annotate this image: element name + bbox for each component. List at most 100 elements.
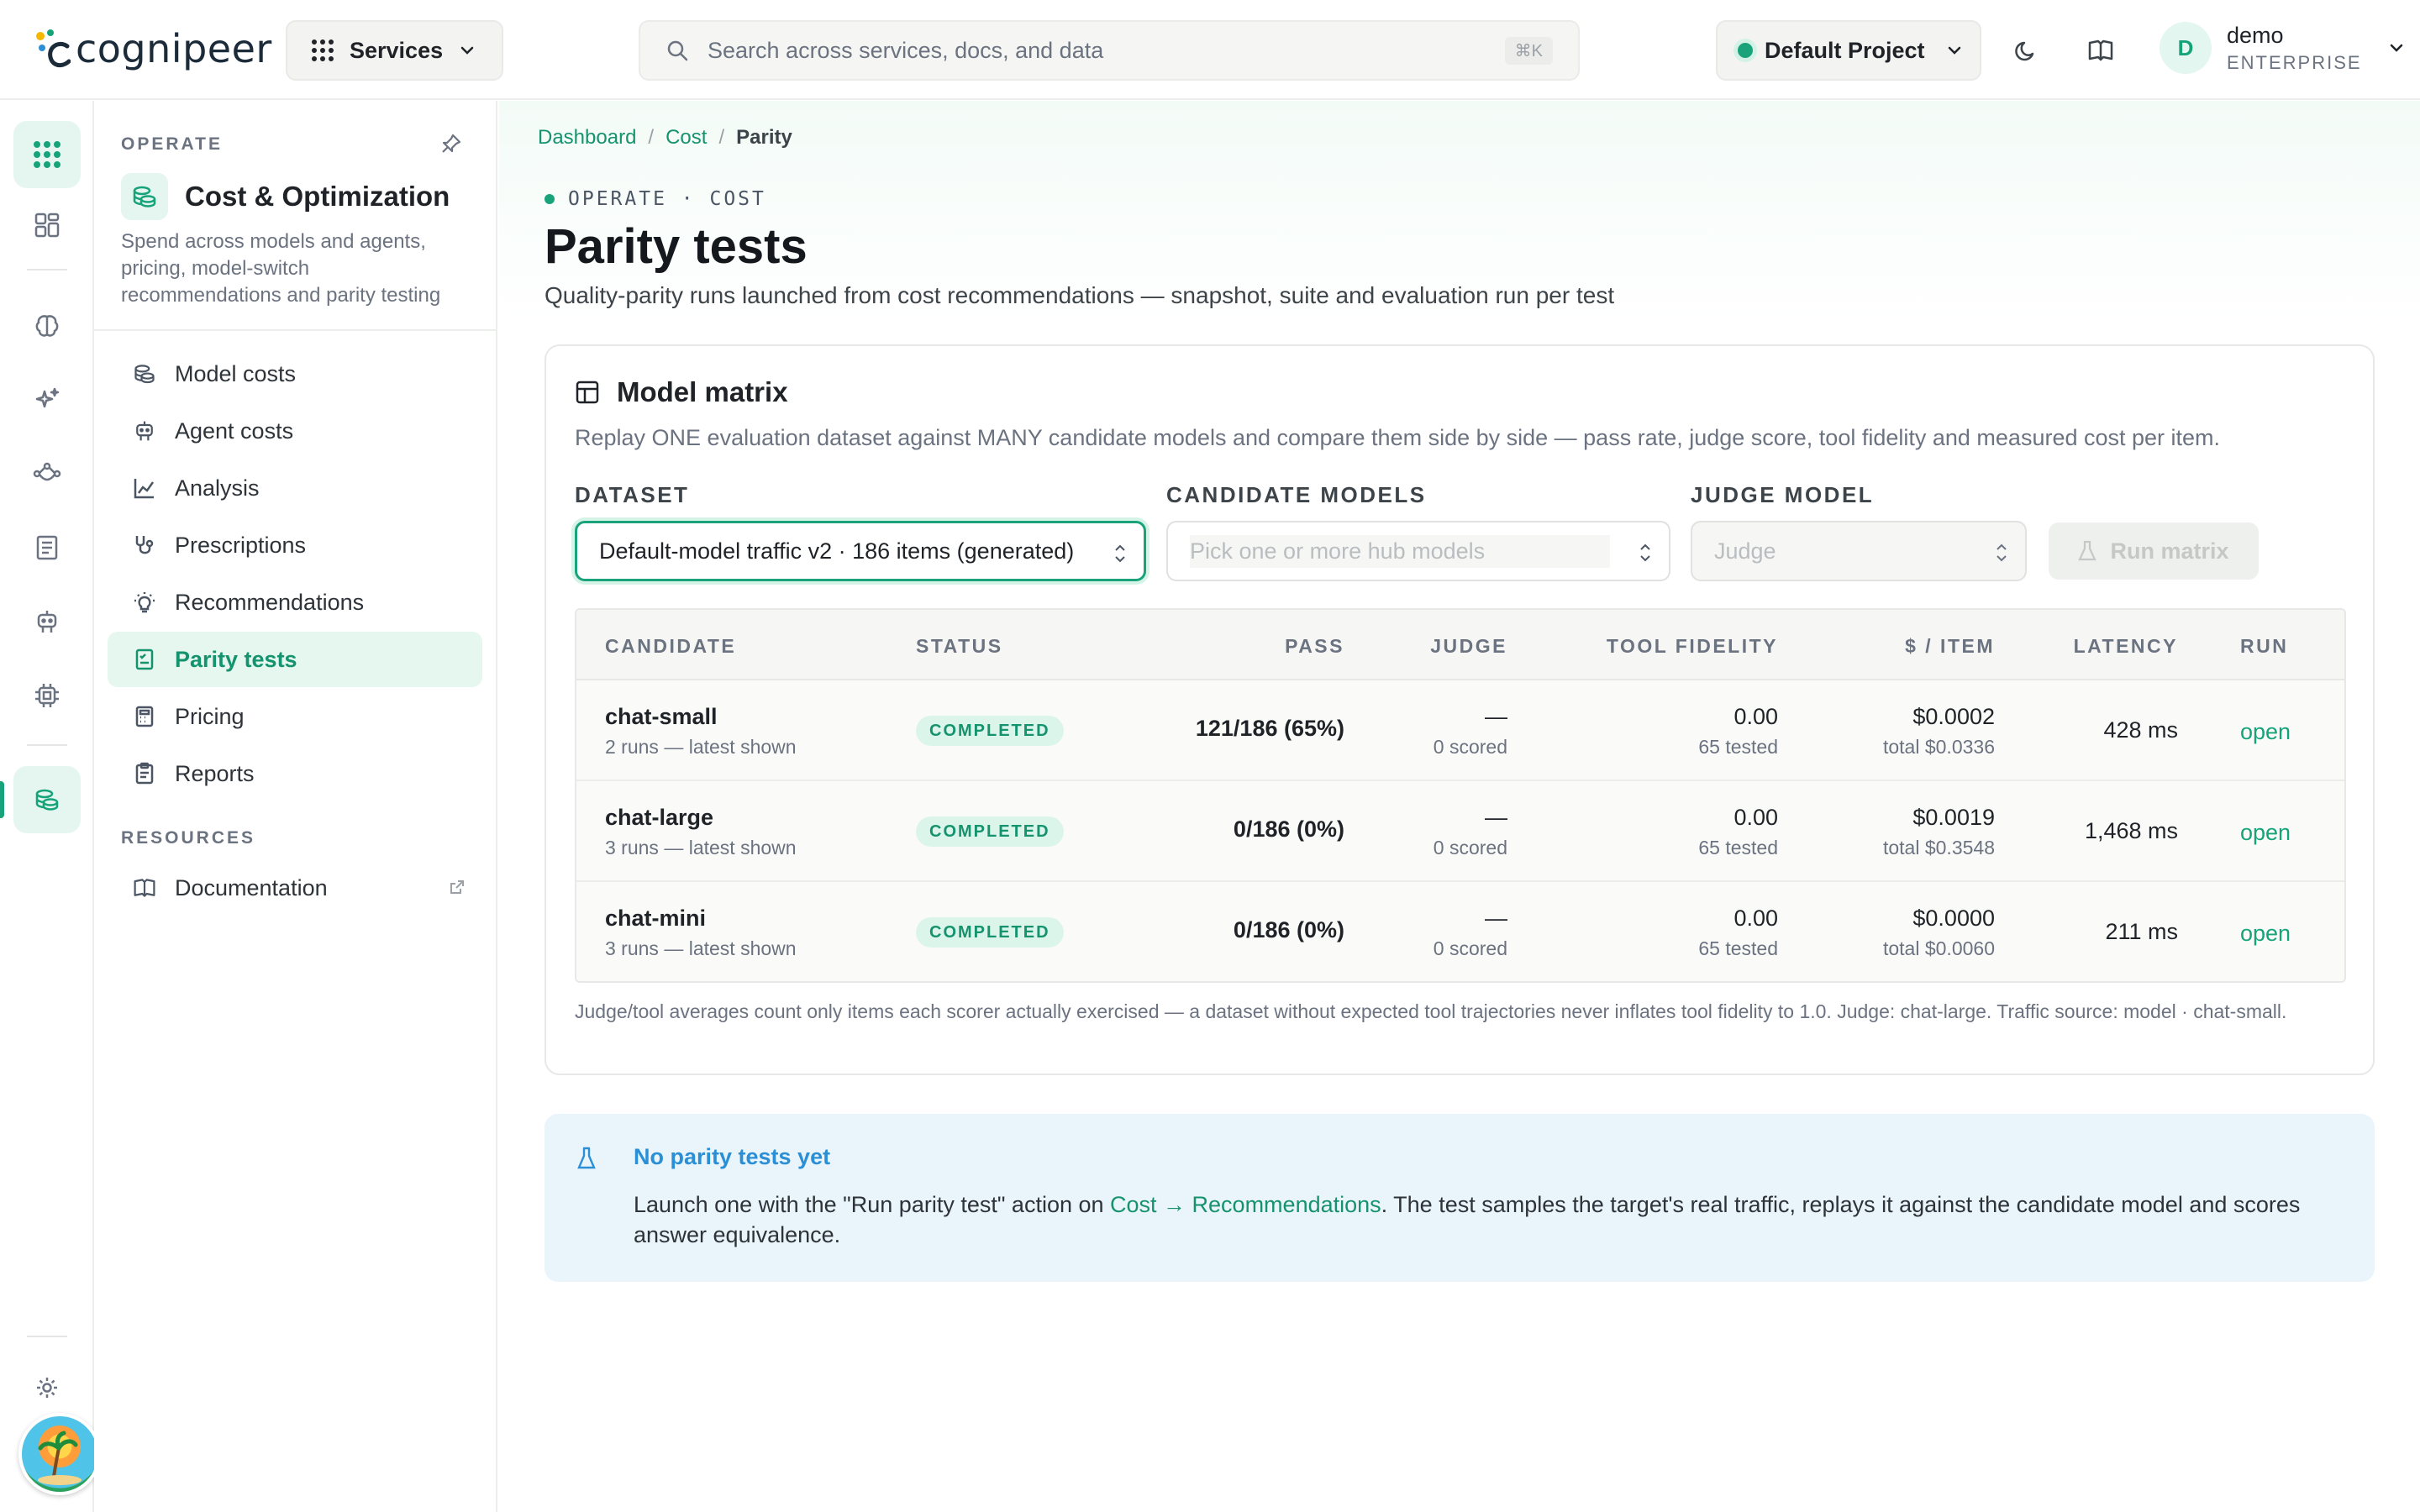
sidebar-item-prescriptions[interactable]: Prescriptions bbox=[108, 517, 482, 573]
recommendations-link[interactable]: Cost → Recommendations bbox=[1110, 1192, 1381, 1217]
sidebar-item-label: Reports bbox=[175, 760, 255, 786]
tool-fidelity-value: 0.00 bbox=[1733, 805, 1778, 830]
sidebar-item-parity-tests[interactable]: Parity tests bbox=[108, 632, 482, 687]
sidebar: OPERATE Cost & Optimization Spend across… bbox=[94, 101, 497, 1512]
judge-sub: 0 scored bbox=[1433, 736, 1507, 758]
services-button[interactable]: Services bbox=[286, 20, 503, 81]
sidebar-item-model-costs[interactable]: Model costs bbox=[108, 346, 482, 402]
cost-total: total $0.0060 bbox=[1882, 937, 1995, 959]
chevron-down-icon bbox=[460, 46, 474, 55]
candidate-models-select[interactable]: Pick one or more hub models bbox=[1166, 521, 1670, 581]
theme-toggle-button[interactable] bbox=[2008, 32, 2045, 69]
dataset-select[interactable]: Default-model traffic v2 · 186 items (ge… bbox=[575, 521, 1146, 581]
model-matrix-card: Model matrix Replay ONE evaluation datas… bbox=[544, 344, 2375, 1075]
cost-total: total $0.3548 bbox=[1882, 837, 1995, 858]
empty-state-body: Launch one with the "Run parity test" ac… bbox=[634, 1189, 2331, 1250]
logo[interactable]: cognipeer bbox=[34, 22, 272, 76]
judge-sub: 0 scored bbox=[1433, 937, 1507, 959]
robot-icon bbox=[37, 611, 57, 633]
column-header: LATENCY bbox=[2073, 635, 2178, 657]
workspace-avatar[interactable] bbox=[18, 1413, 101, 1495]
table-icon bbox=[576, 381, 599, 404]
tool-fidelity-sub: 65 tested bbox=[1698, 736, 1778, 758]
candidate-name: chat-mini bbox=[605, 906, 707, 931]
flow-icon bbox=[33, 462, 61, 481]
sidebar-section-label: OPERATE bbox=[121, 134, 223, 154]
pass-value: 121/186 (65%) bbox=[1195, 716, 1344, 741]
search-icon bbox=[667, 40, 688, 61]
checklist-icon bbox=[135, 648, 154, 670]
latency-value: 428 ms bbox=[2103, 717, 2178, 743]
brain-icon bbox=[35, 315, 59, 337]
column-header: $ / ITEM bbox=[1905, 635, 1995, 657]
coins-icon bbox=[134, 365, 155, 384]
breadcrumb-cost[interactable]: Cost bbox=[666, 126, 707, 150]
candidate-runs: 3 runs — latest shown bbox=[605, 837, 797, 858]
rail-cost-button[interactable] bbox=[13, 766, 81, 833]
judge-sub: 0 scored bbox=[1433, 837, 1507, 858]
select-updown-icon bbox=[1115, 544, 1125, 563]
judge-model-select[interactable]: Judge bbox=[1691, 521, 2027, 581]
sidebar-item-agent-costs[interactable]: Agent costs bbox=[108, 403, 482, 459]
project-selector[interactable]: Default Project bbox=[1716, 20, 1981, 81]
candidate-name: chat-small bbox=[605, 704, 718, 729]
document-icon bbox=[36, 535, 58, 560]
select-updown-icon bbox=[1996, 543, 2007, 562]
rail-compute-button[interactable] bbox=[13, 662, 81, 729]
sidebar-divider bbox=[94, 329, 496, 331]
dashboard-icon bbox=[34, 213, 60, 238]
sidebar-item-reports[interactable]: Reports bbox=[108, 746, 482, 801]
search-shortcut: ⌘K bbox=[1504, 37, 1553, 65]
sidebar-item-analysis[interactable]: Analysis bbox=[108, 460, 482, 516]
rail-apps-button[interactable] bbox=[13, 121, 81, 188]
moon-icon bbox=[2015, 41, 2034, 61]
table-row: chat-large 3 runs — latest shown COMPLET… bbox=[576, 781, 2344, 882]
open-run-link[interactable]: open bbox=[2240, 921, 2291, 947]
sidebar-title-text: Cost & Optimization bbox=[185, 181, 450, 212]
rail-settings-button[interactable] bbox=[13, 1354, 81, 1421]
sidebar-item-documentation[interactable]: Documentation bbox=[108, 860, 482, 916]
empty-body-text: Launch one with the "Run parity test" ac… bbox=[634, 1192, 1111, 1217]
breadcrumb-dashboard[interactable]: Dashboard bbox=[538, 126, 636, 150]
breadcrumb-separator: / bbox=[648, 126, 655, 149]
palm-tree-icon bbox=[38, 1431, 82, 1485]
table-row: chat-small 2 runs — latest shown COMPLET… bbox=[576, 680, 2344, 781]
user-name: demo bbox=[2227, 22, 2284, 48]
run-matrix-button[interactable]: Run matrix bbox=[2049, 522, 2259, 580]
table-header: CANDIDATE STATUS PASS JUDGE TOOL FIDELIT… bbox=[576, 610, 2344, 680]
open-run-link[interactable]: open bbox=[2240, 719, 2291, 745]
latency-value: 1,468 ms bbox=[2084, 818, 2178, 843]
services-label: Services bbox=[350, 37, 444, 63]
sidebar-item-recommendations[interactable]: Recommendations bbox=[108, 575, 482, 630]
cost-per-item: $0.0000 bbox=[1912, 906, 1995, 931]
search-input[interactable]: Search across services, docs, and data ⌘… bbox=[639, 20, 1580, 81]
logo-text: cognipeer bbox=[76, 26, 272, 71]
rail-models-button[interactable] bbox=[13, 292, 81, 360]
user-plan: ENTERPRISE bbox=[2227, 51, 2362, 73]
sidebar-title: Cost & Optimization bbox=[121, 173, 450, 220]
breadcrumb-current: Parity bbox=[736, 126, 792, 149]
model-matrix-title: Model matrix bbox=[575, 376, 788, 408]
chevron-down-icon bbox=[2390, 44, 2402, 52]
latency-value: 211 ms bbox=[2105, 919, 2178, 944]
pin-icon[interactable] bbox=[440, 133, 462, 155]
rail-dashboard-button[interactable] bbox=[13, 192, 81, 259]
grid-icon bbox=[34, 141, 60, 168]
sidebar-section-label: RESOURCES bbox=[121, 828, 256, 848]
judge-value: — bbox=[1485, 906, 1507, 931]
chevron-down-icon bbox=[1948, 46, 1960, 55]
rail-docs-button[interactable] bbox=[13, 514, 81, 581]
eyebrow-dot bbox=[544, 194, 555, 204]
candidate-runs: 3 runs — latest shown bbox=[605, 937, 797, 959]
rail-agents-button[interactable] bbox=[13, 588, 81, 655]
page-subtitle: Quality-parity runs launched from cost r… bbox=[544, 282, 1615, 308]
rail-flows-button[interactable] bbox=[13, 440, 81, 507]
user-menu[interactable]: D demo ENTERPRISE bbox=[2160, 22, 2406, 74]
robot-icon bbox=[136, 421, 153, 441]
rail-ai-button[interactable] bbox=[13, 366, 81, 433]
docs-button[interactable] bbox=[2082, 32, 2119, 69]
icon-rail bbox=[0, 101, 101, 1512]
open-run-link[interactable]: open bbox=[2240, 820, 2291, 846]
matrix-table: CANDIDATE STATUS PASS JUDGE TOOL FIDELIT… bbox=[575, 608, 2346, 983]
sidebar-item-pricing[interactable]: Pricing bbox=[108, 689, 482, 744]
